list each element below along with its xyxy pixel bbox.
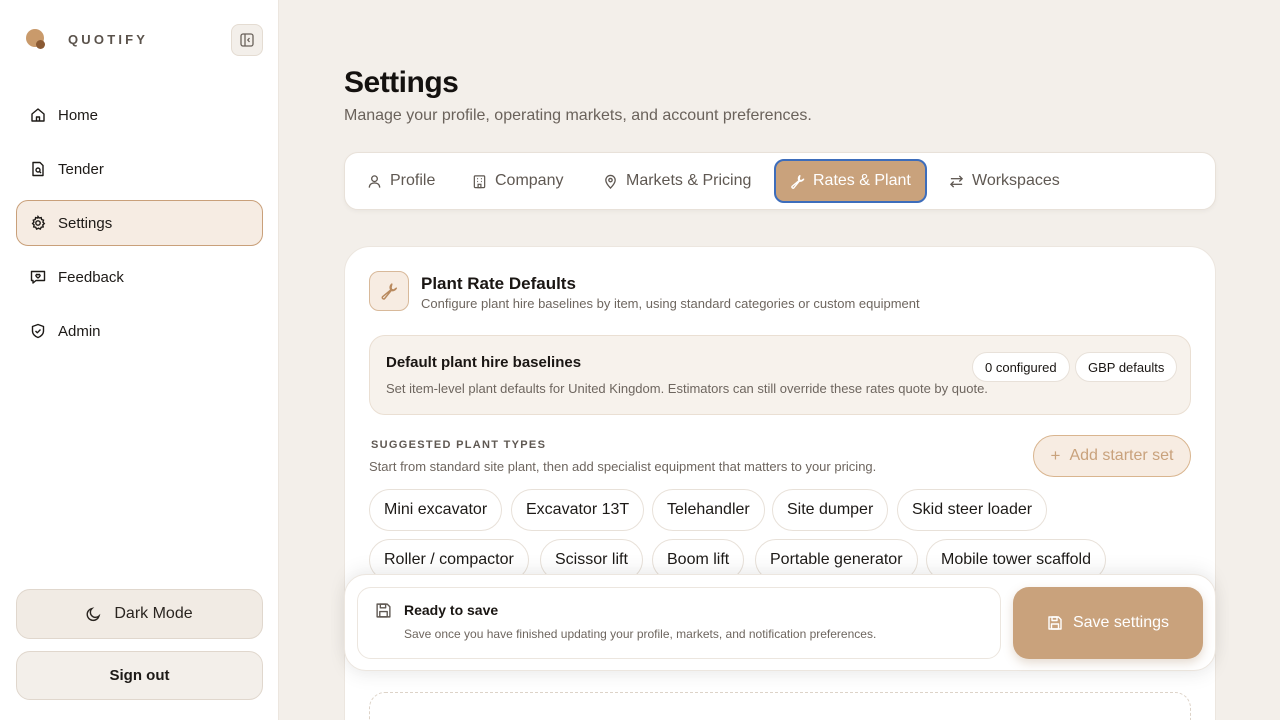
add-starter-set-button[interactable]: + Add starter set: [1033, 435, 1191, 477]
plant-chip[interactable]: Skid steer loader: [897, 489, 1048, 531]
plant-chip[interactable]: Site dumper: [772, 489, 889, 531]
sign-out-button[interactable]: Sign out: [16, 651, 263, 700]
sidebar-item-tender[interactable]: Tender: [16, 146, 263, 192]
plant-chip[interactable]: Mini excavator: [369, 489, 503, 531]
tab-workspaces[interactable]: Workspaces: [949, 159, 1060, 203]
sidebar-item-label: Tender: [58, 160, 104, 178]
sidebar-item-feedback[interactable]: Feedback: [16, 254, 263, 300]
map-pin-icon: [603, 174, 618, 189]
tab-label: Workspaces: [972, 172, 1060, 189]
add-starter-set-label: Add starter set: [1069, 447, 1174, 464]
baseline-title: Default plant hire baselines: [386, 354, 582, 371]
save-settings-label: Save settings: [1072, 614, 1170, 631]
floppy-disk-icon: [1047, 615, 1063, 631]
tab-company[interactable]: Company: [472, 159, 563, 203]
save-settings-button[interactable]: Save settings: [1013, 587, 1203, 659]
quotify-logo-icon: [26, 28, 48, 50]
brand[interactable]: QUOTIFY: [26, 28, 148, 50]
currency-badge: GBP defaults: [1075, 352, 1178, 382]
sidebar-collapse-icon: [240, 33, 254, 47]
message-icon: [29, 268, 47, 286]
save-status-panel: [357, 587, 1001, 659]
sidebar-item-settings[interactable]: Settings: [16, 200, 263, 246]
suggested-section-description: Start from standard site plant, then add…: [369, 459, 877, 474]
floppy-disk-icon: [375, 602, 392, 619]
home-icon: [29, 106, 47, 124]
user-icon: [367, 174, 382, 189]
gear-icon: [29, 214, 47, 232]
swap-icon: [949, 174, 964, 189]
tab-profile[interactable]: Profile: [367, 159, 435, 203]
save-status-title: Ready to save: [404, 602, 499, 618]
plus-icon: +: [1050, 446, 1061, 465]
tab-label: Company: [495, 172, 564, 189]
sidebar-item-home[interactable]: Home: [16, 92, 263, 138]
sidebar-item-label: Home: [58, 106, 99, 124]
configured-count-badge: 0 configured: [972, 352, 1070, 382]
shield-icon: [29, 322, 47, 340]
settings-tabs: Profile Company Markets & Pricing Rates …: [344, 152, 1216, 210]
dark-mode-button[interactable]: Dark Mode: [16, 589, 263, 639]
sidebar-collapse-button[interactable]: [231, 24, 263, 56]
card-title: Plant Rate Defaults: [421, 274, 576, 293]
page-title: Settings: [344, 66, 459, 99]
wrench-icon: [790, 174, 805, 189]
tab-label: Profile: [390, 172, 436, 189]
custom-equipment-dropzone: [369, 692, 1191, 720]
plant-chip[interactable]: Telehandler: [652, 489, 765, 531]
save-status-description: Save once you have finished updating you…: [404, 627, 877, 641]
tab-markets-pricing[interactable]: Markets & Pricing: [603, 159, 751, 203]
sidebar-item-label: Admin: [58, 322, 101, 340]
tab-label: Rates & Plant: [813, 172, 911, 189]
dark-mode-label: Dark Mode: [114, 605, 193, 622]
sidebar-item-label: Feedback: [58, 268, 124, 286]
sidebar-item-label: Settings: [58, 214, 113, 232]
sidebar: QUOTIFY Home Tender Settings Feedback Ad…: [0, 0, 279, 720]
sidebar-nav: Home Tender Settings Feedback Admin: [16, 92, 263, 362]
baseline-description: Set item-level plant defaults for United…: [386, 381, 988, 396]
page-subtitle: Manage your profile, operating markets, …: [344, 107, 812, 124]
tab-rates-plant[interactable]: Rates & Plant: [774, 159, 927, 203]
building-icon: [472, 174, 487, 189]
moon-icon: [86, 606, 102, 622]
plant-chip[interactable]: Excavator 13T: [511, 489, 645, 531]
document-icon: [29, 160, 47, 178]
brand-name: QUOTIFY: [68, 31, 149, 47]
card-subtitle: Configure plant hire baselines by item, …: [421, 296, 920, 311]
sidebar-item-admin[interactable]: Admin: [16, 308, 263, 354]
tab-label: Markets & Pricing: [626, 172, 752, 189]
suggested-section-label: SUGGESTED PLANT TYPES: [371, 439, 547, 451]
wrench-icon: [369, 271, 409, 311]
